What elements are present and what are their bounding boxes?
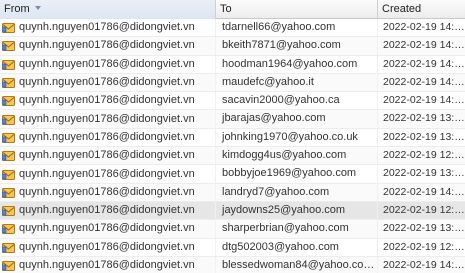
created-time: 2022-02-19 13:18 — [383, 130, 465, 143]
to-address: sacavin2000@yahoo.ca — [216, 92, 378, 110]
cell-from: quynh.nguyen01786@didongviet.vn — [0, 147, 216, 165]
column-header-to[interactable]: To — [216, 0, 378, 19]
cell-from: quynh.nguyen01786@didongviet.vn — [0, 238, 216, 256]
table-row[interactable]: quynh.nguyen01786@didongviet.vn maudefc@… — [0, 73, 465, 93]
from-address: quynh.nguyen01786@didongviet.vn — [19, 167, 195, 180]
mail-envelope-icon — [2, 96, 15, 107]
message-grid: From To Created quynh.nguyen01786@didong… — [0, 0, 465, 273]
cell-from: quynh.nguyen01786@didongviet.vn — [0, 165, 216, 183]
mail-envelope-icon — [2, 242, 15, 253]
grid-header: From To Created — [0, 0, 465, 19]
column-header-from-label: From — [4, 3, 30, 15]
created-time: 2022-02-19 14:59 — [383, 185, 465, 198]
created-time: 2022-02-19 12:29 — [383, 149, 465, 162]
to-address: landryd7@yahoo.com — [216, 183, 378, 201]
from-address: quynh.nguyen01786@didongviet.vn — [19, 130, 195, 143]
mail-envelope-icon — [2, 224, 15, 235]
mail-envelope-icon — [2, 78, 15, 89]
cell-from: quynh.nguyen01786@didongviet.vn — [0, 183, 216, 201]
from-address: quynh.nguyen01786@didongviet.vn — [19, 259, 195, 271]
created-time: 2022-02-19 12:29 — [383, 240, 465, 253]
mail-envelope-icon — [2, 169, 15, 180]
mail-envelope-icon — [2, 114, 15, 125]
table-row[interactable]: quynh.nguyen01786@didongviet.vn bkeith78… — [0, 37, 465, 56]
to-address: johnking1970@yahoo.co.uk — [216, 128, 378, 147]
grid-rows: quynh.nguyen01786@didongviet.vn tdarnell… — [0, 19, 465, 273]
from-address: quynh.nguyen01786@didongviet.vn — [19, 57, 195, 70]
cell-from: quynh.nguyen01786@didongviet.vn — [0, 128, 216, 147]
cell-from: quynh.nguyen01786@didongviet.vn — [0, 73, 216, 92]
from-address: quynh.nguyen01786@didongviet.vn — [19, 222, 195, 235]
table-row[interactable]: quynh.nguyen01786@didongviet.vn landryd7… — [0, 183, 465, 202]
created-time: 2022-02-19 14:04 — [383, 39, 465, 52]
cell-from: quynh.nguyen01786@didongviet.vn — [0, 92, 216, 110]
mail-envelope-icon — [2, 151, 15, 162]
created-time: 2022-02-19 13:50 — [383, 222, 465, 235]
to-address: jbarajas@yahoo.com — [216, 110, 378, 128]
table-row[interactable]: quynh.nguyen01786@didongviet.vn kimdogg4… — [0, 147, 465, 166]
table-row[interactable]: quynh.nguyen01786@didongviet.vn jaydowns… — [0, 201, 465, 221]
column-header-from[interactable]: From — [0, 0, 216, 19]
mail-envelope-icon — [2, 261, 15, 271]
from-address: quynh.nguyen01786@didongviet.vn — [19, 112, 195, 125]
created-time: 2022-02-19 12:59 — [383, 203, 465, 216]
from-address: quynh.nguyen01786@didongviet.vn — [19, 21, 195, 34]
to-address: bobbyjoe1969@yahoo.com — [216, 165, 378, 183]
column-header-to-label: To — [220, 3, 232, 15]
to-address: tdarnell66@yahoo.com — [216, 19, 378, 37]
created-time: 2022-02-19 13:49 — [383, 112, 465, 125]
to-address: bkeith7871@yahoo.com — [216, 37, 378, 55]
sort-descending-icon — [34, 6, 41, 11]
table-row[interactable]: quynh.nguyen01786@didongviet.vn tdarnell… — [0, 19, 465, 38]
from-address: quynh.nguyen01786@didongviet.vn — [19, 76, 195, 89]
cell-from: quynh.nguyen01786@didongviet.vn — [0, 37, 216, 55]
cell-from: quynh.nguyen01786@didongviet.vn — [0, 55, 216, 73]
created-time: 2022-02-19 14:32 — [383, 258, 465, 271]
table-row[interactable]: quynh.nguyen01786@didongviet.vn johnking… — [0, 128, 465, 148]
from-address: quynh.nguyen01786@didongviet.vn — [19, 94, 195, 107]
to-address: kimdogg4us@yahoo.com — [216, 147, 378, 165]
table-row[interactable]: quynh.nguyen01786@didongviet.vn dtg50200… — [0, 238, 465, 257]
to-address: sharperbrian@yahoo.com — [216, 220, 378, 238]
column-header-created-label: Created — [382, 3, 422, 15]
mail-envelope-icon — [2, 132, 15, 143]
from-address: quynh.nguyen01786@didongviet.vn — [19, 204, 195, 217]
table-row[interactable]: quynh.nguyen01786@didongviet.vn sharperb… — [0, 220, 465, 239]
created-time: 2022-02-19 13:48 — [383, 167, 465, 180]
from-address: quynh.nguyen01786@didongviet.vn — [19, 39, 195, 52]
column-header-created[interactable]: Created — [378, 0, 465, 19]
from-address: quynh.nguyen01786@didongviet.vn — [19, 149, 195, 162]
created-time: 2022-02-19 14:05 — [383, 57, 465, 70]
mail-envelope-icon — [2, 187, 15, 198]
cell-from: quynh.nguyen01786@didongviet.vn — [0, 220, 216, 238]
created-time: 2022-02-19 14:51 — [383, 94, 465, 107]
cell-from: quynh.nguyen01786@didongviet.vn — [0, 19, 216, 37]
cell-from: quynh.nguyen01786@didongviet.vn — [0, 201, 216, 220]
mail-envelope-icon — [2, 23, 15, 34]
table-row[interactable]: quynh.nguyen01786@didongviet.vn blessedw… — [0, 256, 465, 273]
mail-envelope-icon — [2, 206, 15, 217]
table-row[interactable]: quynh.nguyen01786@didongviet.vn bobbyjoe… — [0, 165, 465, 184]
created-time: 2022-02-19 14:15 — [383, 75, 465, 88]
to-address: maudefc@yahoo.it — [216, 73, 378, 92]
to-address: hoodman1964@yahoo.com — [216, 55, 378, 73]
cell-from: quynh.nguyen01786@didongviet.vn — [0, 110, 216, 128]
from-address: quynh.nguyen01786@didongviet.vn — [19, 185, 195, 198]
to-address: dtg502003@yahoo.com — [216, 238, 378, 256]
table-row[interactable]: quynh.nguyen01786@didongviet.vn sacavin2… — [0, 92, 465, 111]
created-time: 2022-02-19 14:33 — [383, 21, 465, 33]
to-address: blessedwoman84@yahoo.com; b... — [216, 256, 378, 273]
table-row[interactable]: quynh.nguyen01786@didongviet.vn hoodman1… — [0, 55, 465, 74]
mail-envelope-icon — [2, 41, 15, 52]
mail-envelope-icon — [2, 59, 15, 70]
cell-from: quynh.nguyen01786@didongviet.vn — [0, 256, 216, 273]
to-address: jaydowns25@yahoo.com — [216, 201, 378, 220]
from-address: quynh.nguyen01786@didongviet.vn — [19, 240, 195, 253]
table-row[interactable]: quynh.nguyen01786@didongviet.vn jbarajas… — [0, 110, 465, 129]
